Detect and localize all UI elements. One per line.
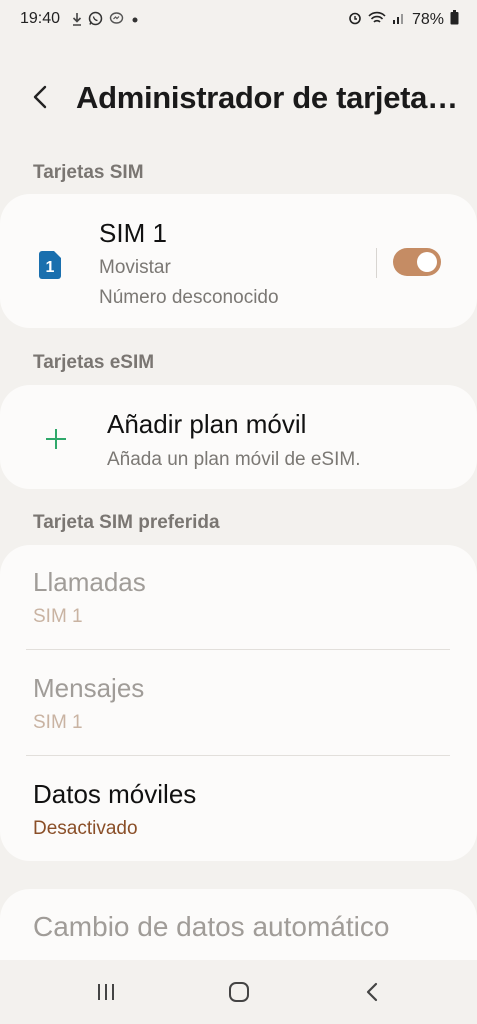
toggle-knob xyxy=(417,252,437,272)
sim-name: SIM 1 xyxy=(99,218,167,248)
add-plan-card[interactable]: Añadir plan móvil Añada un plan móvil de… xyxy=(0,385,477,489)
navigation-bar xyxy=(0,960,477,1024)
section-label-sim: Tarjetas SIM xyxy=(33,162,144,183)
back-nav-button[interactable] xyxy=(353,974,393,1010)
recents-button[interactable] xyxy=(86,974,126,1010)
section-label-esim: Tarjetas eSIM xyxy=(33,352,155,373)
add-plan-title: Añadir plan móvil xyxy=(107,409,307,439)
battery-icon xyxy=(450,10,459,30)
download-icon xyxy=(72,12,82,31)
back-button[interactable] xyxy=(26,82,56,112)
sim-badge-number: 1 xyxy=(46,259,55,276)
messages-label: Mensajes xyxy=(33,673,145,703)
preferred-sim-card: Llamadas SIM 1 Mensajes SIM 1 Datos móvi… xyxy=(0,545,477,861)
whatsapp-icon xyxy=(88,11,103,31)
calls-label: Llamadas xyxy=(33,567,146,597)
alarm-icon xyxy=(348,11,362,30)
sim-carrier: Movistar xyxy=(99,257,171,278)
sim-card-icon: 1 xyxy=(37,250,63,280)
divider xyxy=(376,248,377,278)
page-title: Administrador de tarjetas SIM xyxy=(76,80,468,115)
mobile-data-value: Desactivado xyxy=(33,818,138,839)
sim-toggle[interactable] xyxy=(393,248,441,276)
messages-value: SIM 1 xyxy=(33,712,83,733)
dot-icon xyxy=(130,12,140,30)
calls-setting[interactable]: Llamadas SIM 1 xyxy=(33,567,146,628)
battery-percent: 78% xyxy=(411,11,444,28)
recents-icon xyxy=(98,984,114,1000)
sim-card[interactable]: 1 SIM 1 Movistar Número desconocido xyxy=(0,194,477,328)
sim-number: Número desconocido xyxy=(99,287,279,308)
mobile-data-label: Datos móviles xyxy=(33,779,197,809)
wifi-icon xyxy=(368,11,386,30)
home-button[interactable] xyxy=(219,974,259,1010)
app-header: Administrador de tarjetas SIM xyxy=(0,72,477,122)
plus-icon xyxy=(44,427,68,451)
add-plan-subtitle: Añada un plan móvil de eSIM. xyxy=(107,449,361,470)
divider xyxy=(26,649,450,650)
status-bar: 19:40 78% xyxy=(0,0,477,40)
section-label-preferred: Tarjeta SIM preferida xyxy=(33,512,220,533)
calls-value: SIM 1 xyxy=(33,606,83,627)
messages-setting[interactable]: Mensajes SIM 1 xyxy=(33,673,144,734)
home-icon xyxy=(229,982,249,1002)
messenger-icon xyxy=(109,11,124,31)
chevron-left-icon xyxy=(33,85,47,109)
back-nav-icon xyxy=(366,982,378,1002)
mobile-data-setting[interactable]: Datos móviles Desactivado xyxy=(33,779,196,840)
signal-icon xyxy=(392,11,406,30)
auto-data-switch-label: Cambio de datos automático xyxy=(33,911,390,942)
divider xyxy=(26,755,450,756)
status-time: 19:40 xyxy=(20,10,61,27)
